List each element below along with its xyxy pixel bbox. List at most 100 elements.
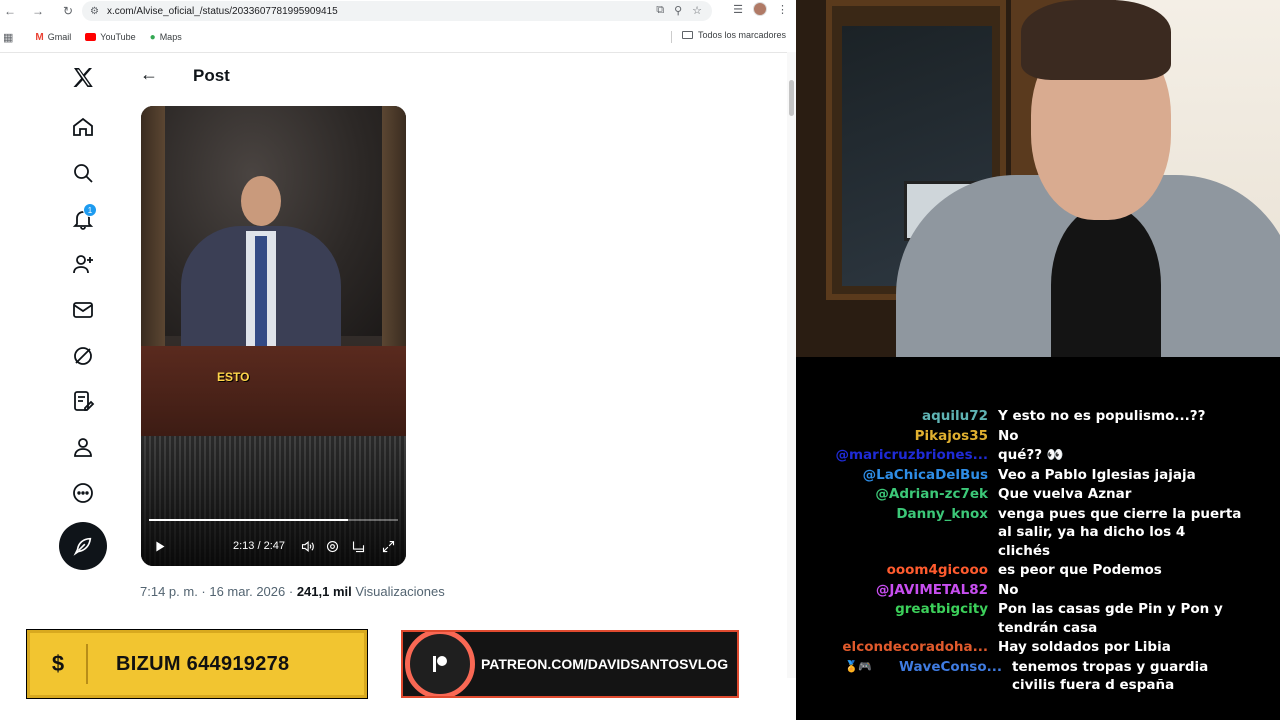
browser-toolbar: ← → ↻ ⚙ x.com/Alvise_oficial_/status/203… bbox=[0, 0, 796, 22]
chat-text: Hay soldados por Libia bbox=[998, 639, 1171, 655]
chat-username[interactable]: elcondecoradoha... bbox=[842, 638, 988, 656]
more-icon[interactable] bbox=[68, 478, 98, 508]
youtube-icon bbox=[85, 33, 97, 41]
compose-post-button[interactable] bbox=[59, 522, 107, 570]
video-progress-bar[interactable] bbox=[149, 519, 398, 521]
profile-icon[interactable] bbox=[68, 432, 98, 462]
chat-username[interactable]: Pikajos35 bbox=[915, 427, 988, 445]
page-title: Post bbox=[193, 66, 230, 85]
video-caption: ESTO bbox=[217, 370, 250, 384]
menu-icon[interactable]: ⋮ bbox=[777, 3, 788, 16]
chat-username[interactable]: ooom4gicooo bbox=[887, 561, 988, 579]
post-meta: 7:14 p. m. · 16 mar. 2026 · 241,1 mil Vi… bbox=[140, 584, 445, 599]
chat-username[interactable]: Danny_knox bbox=[896, 505, 988, 523]
chat-text: Veo a Pablo Iglesias jajaja bbox=[998, 466, 1196, 483]
bizum-text: BIZUM 644919278 bbox=[116, 652, 290, 675]
volume-icon[interactable] bbox=[297, 534, 317, 558]
chat-text: No bbox=[998, 427, 1019, 444]
lists-icon[interactable] bbox=[68, 386, 98, 416]
back-arrow-icon[interactable]: ← bbox=[140, 64, 158, 85]
bookmark-gmail[interactable]: M Gmail bbox=[35, 32, 71, 43]
live-chat: aquilu72 Y esto no es populismo...?? 👁 Pika… bbox=[796, 357, 1280, 720]
chat-username[interactable]: @JAVIMETAL82 bbox=[876, 581, 988, 599]
streamer bbox=[876, 0, 1280, 357]
grok-icon[interactable] bbox=[68, 341, 98, 371]
chat-username[interactable]: greatbigcity bbox=[895, 600, 988, 618]
video-controls: 2:13 / 2:47 bbox=[141, 534, 406, 558]
chat-message: @JAVIMETAL82 No bbox=[796, 581, 1280, 600]
follow-icon[interactable] bbox=[68, 249, 98, 279]
chat-username[interactable]: @Adrian-zc7ek bbox=[875, 485, 988, 503]
address-bar[interactable]: ⚙ x.com/Alvise_oficial_/status/203360778… bbox=[82, 1, 712, 21]
chat-text: clichés bbox=[998, 542, 1051, 559]
apps-grid-icon[interactable]: ▦ bbox=[3, 31, 13, 44]
chat-text: civilis fuera d españa bbox=[1012, 677, 1175, 693]
chat-message: 👁 Pikajos35 No bbox=[796, 427, 1280, 446]
views-label: Visualizaciones bbox=[351, 584, 445, 599]
pip-icon[interactable] bbox=[348, 534, 368, 558]
site-info-icon[interactable]: ⚙ bbox=[90, 6, 99, 17]
views-count: 241,1 mil bbox=[296, 584, 352, 599]
chat-message: aquilu72 Y esto no es populismo...?? bbox=[796, 407, 1280, 426]
bookmarks-bar: ▦ M Gmail YouTube ● Maps Todos los marca… bbox=[0, 26, 796, 48]
forward-icon[interactable]: → bbox=[28, 1, 48, 21]
chat-badge-icon: 👁 bbox=[874, 506, 888, 520]
bizum-divider bbox=[86, 644, 88, 684]
chat-text: Pon las casas gde Pin y Pon y bbox=[998, 601, 1223, 617]
chat-text: venga pues que cierre la puerta bbox=[998, 505, 1242, 522]
video-progress-fill bbox=[149, 519, 349, 521]
patreon-text: PATREON.COM/DAVIDSANTOSVLOG bbox=[481, 656, 729, 672]
maps-icon: ● bbox=[149, 31, 156, 43]
webcam-feed bbox=[796, 0, 1280, 357]
play-icon[interactable] bbox=[149, 534, 169, 558]
x-logo-icon[interactable] bbox=[68, 63, 98, 93]
scroll-thumb[interactable] bbox=[789, 80, 794, 116]
chat-badge-icon: 👁 bbox=[874, 428, 888, 442]
messages-icon[interactable] bbox=[68, 295, 98, 325]
post-timestamp[interactable]: 7:14 p. m. · 16 mar. 2026 · bbox=[140, 584, 297, 599]
chat-text: Que vuelva Aznar bbox=[998, 486, 1132, 502]
dollar-icon: $ bbox=[51, 651, 65, 676]
page-scrollbar[interactable] bbox=[787, 52, 796, 678]
chat-username[interactable]: @maricruzbriones... bbox=[835, 446, 988, 464]
video-speaker bbox=[181, 176, 341, 356]
patreon-logo-icon bbox=[405, 632, 475, 696]
search-icon[interactable] bbox=[68, 158, 98, 188]
install-icon[interactable]: ⧉ bbox=[656, 4, 664, 17]
settings-icon[interactable] bbox=[322, 534, 342, 558]
chat-username[interactable]: WaveConso... bbox=[899, 658, 1002, 676]
url-text: x.com/Alvise_oficial_/status/20336077819… bbox=[106, 5, 338, 17]
stream-frame: ← → ↻ ⚙ x.com/Alvise_oficial_/status/203… bbox=[0, 0, 1280, 720]
chat-message: @LaChicaDelBus Veo a Pablo Iglesias jajaj… bbox=[796, 466, 1280, 485]
chat-message: 👁 ooom4gicooo es peor que Podemos bbox=[796, 561, 1280, 580]
bookmark-star-icon[interactable]: ☆ bbox=[692, 4, 702, 17]
home-icon[interactable] bbox=[68, 112, 98, 142]
patreon-banner: PATREON.COM/DAVIDSANTOSVLOG bbox=[401, 630, 739, 698]
bizum-banner: $ BIZUM 644919278 bbox=[27, 630, 367, 698]
all-bookmarks[interactable]: Todos los marcadores bbox=[681, 30, 786, 40]
chat-badge-icon: 🏅🎮 bbox=[844, 659, 872, 673]
chat-text: Y esto no es populismo...?? bbox=[998, 408, 1206, 424]
chat-message: @maricruzbriones... qué?? 👀 bbox=[796, 446, 1280, 465]
chat-username[interactable]: @LaChicaDelBus bbox=[863, 466, 988, 484]
chat-message: 👁 Danny_knox venga pues que cierre la puer… bbox=[796, 505, 1280, 561]
x-sidebar: 1 bbox=[0, 53, 126, 653]
bookmarks-divider bbox=[671, 31, 672, 43]
chat-message: 🏅🎮 WaveConso... tenemos tropas y guardia ci… bbox=[796, 658, 1280, 695]
profile-avatar[interactable] bbox=[753, 2, 767, 16]
bookmark-youtube[interactable]: YouTube bbox=[85, 32, 136, 42]
chat-text: al salir, ya ha dicho los 4 bbox=[998, 524, 1186, 540]
reload-icon[interactable]: ↻ bbox=[58, 1, 78, 21]
chat-text: No bbox=[998, 581, 1019, 598]
chat-username[interactable]: aquilu72 bbox=[922, 407, 988, 425]
chat-text: es peor que Podemos bbox=[998, 562, 1162, 578]
chat-text: qué?? 👀 bbox=[998, 447, 1064, 463]
video-player[interactable]: ESTO 2:13 / 2:47 bbox=[141, 106, 406, 566]
video-frame: ESTO bbox=[141, 106, 406, 436]
bookmark-maps[interactable]: ● Maps bbox=[150, 32, 182, 43]
media-icon[interactable]: ☰ bbox=[733, 3, 743, 16]
zoom-icon[interactable]: ⚲ bbox=[674, 4, 682, 17]
fullscreen-icon[interactable] bbox=[378, 534, 398, 558]
back-icon[interactable]: ← bbox=[0, 1, 20, 21]
video-time: 2:13 / 2:47 bbox=[233, 540, 285, 552]
